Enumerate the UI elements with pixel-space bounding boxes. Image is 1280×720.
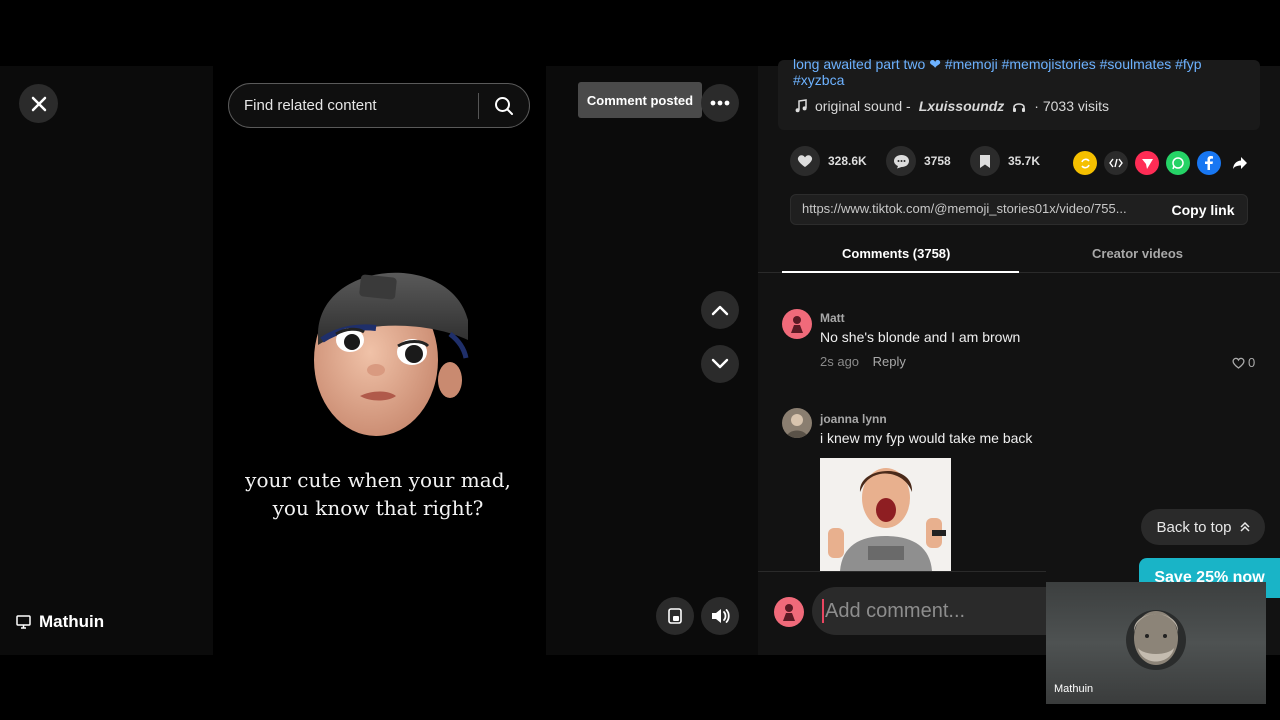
active-tab-indicator bbox=[782, 271, 1019, 273]
repost-icon bbox=[1080, 158, 1090, 168]
user-photo-icon bbox=[786, 414, 808, 438]
add-comment-divider bbox=[758, 571, 1046, 572]
volume-button[interactable] bbox=[701, 597, 739, 635]
facebook-icon bbox=[1205, 156, 1213, 170]
comment-time: 2s ago bbox=[820, 354, 860, 369]
comment-button[interactable] bbox=[886, 146, 916, 176]
comment-like-button[interactable]: 0 bbox=[1232, 355, 1255, 370]
comment-like-count: 0 bbox=[1248, 355, 1256, 370]
left-panel bbox=[0, 66, 213, 655]
screaming-man-gif bbox=[820, 458, 951, 571]
next-video-button[interactable] bbox=[701, 345, 739, 383]
chevron-up-icon bbox=[711, 305, 729, 316]
bookmark-icon bbox=[980, 154, 990, 168]
pip-icon bbox=[668, 608, 682, 624]
comment-posted-toast: Comment posted bbox=[578, 82, 702, 118]
whatsapp-icon bbox=[1172, 157, 1184, 170]
send-to-friends-button[interactable] bbox=[1135, 151, 1159, 175]
save-stat[interactable]: 35.7K bbox=[970, 146, 1040, 176]
visit-count: · 7033 visits bbox=[1034, 98, 1109, 114]
close-button[interactable] bbox=[19, 84, 58, 123]
search-bar[interactable]: Find related content bbox=[228, 83, 530, 128]
headphones-icon bbox=[1013, 102, 1026, 112]
webcam-name-label: Mathuin bbox=[1054, 683, 1094, 695]
comment-avatar[interactable] bbox=[782, 408, 812, 438]
music-icon bbox=[795, 99, 807, 113]
save-count: 35.7K bbox=[1008, 154, 1041, 168]
heart-icon bbox=[797, 155, 813, 167]
send-icon bbox=[1141, 158, 1153, 169]
heart-outline-icon bbox=[1232, 357, 1245, 369]
comment-meta: 2s ago Reply bbox=[820, 354, 906, 369]
video-caption: your cute when your mad, you know that r… bbox=[228, 466, 528, 522]
search-input[interactable]: Find related content bbox=[229, 97, 478, 114]
like-count: 328.6K bbox=[828, 154, 867, 168]
tab-comments[interactable]: Comments (3758) bbox=[842, 246, 950, 261]
more-share-button[interactable] bbox=[1228, 151, 1252, 175]
comment-username[interactable]: Matt bbox=[820, 311, 845, 325]
volume-icon bbox=[712, 609, 730, 623]
like-stat[interactable]: 328.6K bbox=[790, 146, 867, 176]
sound-author[interactable]: Lxuissoundz bbox=[919, 98, 1005, 114]
monitor-icon bbox=[16, 615, 31, 629]
comment-gif-image[interactable] bbox=[820, 458, 951, 571]
tab-creator-videos[interactable]: Creator videos bbox=[1092, 246, 1183, 261]
back-to-top-button[interactable]: Back to top bbox=[1141, 509, 1265, 545]
memoji-avatar-image bbox=[314, 272, 469, 436]
comment-text: i knew my fyp would take me back bbox=[820, 430, 1033, 446]
whatsapp-share-button[interactable] bbox=[1166, 151, 1190, 175]
user-silhouette-icon bbox=[791, 316, 803, 333]
more-options-button[interactable] bbox=[701, 84, 739, 122]
more-icon bbox=[710, 100, 730, 106]
reply-button[interactable]: Reply bbox=[873, 354, 906, 369]
previous-video-button[interactable] bbox=[701, 291, 739, 329]
hashtag-xyzbca[interactable]: #xyzbca bbox=[793, 72, 844, 88]
back-to-top-label: Back to top bbox=[1156, 518, 1232, 536]
text-caret bbox=[822, 599, 824, 623]
sound-row[interactable]: original sound - Lxuissoundz · 7033 visi… bbox=[795, 98, 1109, 114]
comment-avatar[interactable] bbox=[782, 309, 812, 339]
webcam-overlay: Mathuin bbox=[1046, 582, 1266, 704]
add-comment-input[interactable]: Add comment... bbox=[812, 587, 1048, 635]
user-silhouette-icon bbox=[783, 604, 795, 621]
facebook-share-button[interactable] bbox=[1197, 151, 1221, 175]
sound-label: original sound - bbox=[815, 98, 911, 114]
presenter-label: Mathuin bbox=[16, 612, 104, 632]
current-user-avatar[interactable] bbox=[774, 597, 804, 627]
share-icon bbox=[1233, 157, 1247, 169]
search-icon bbox=[495, 96, 513, 115]
comment-stat[interactable]: 3758 bbox=[886, 146, 951, 176]
comment-username[interactable]: joanna lynn bbox=[820, 412, 887, 426]
copy-link-button[interactable]: Copy link bbox=[1160, 194, 1246, 225]
caption-line-2: you know that right? bbox=[272, 496, 484, 520]
embed-share-button[interactable] bbox=[1104, 151, 1128, 175]
description-hashtags[interactable]: long awaited part two ❤ #memoji #memojis… bbox=[793, 56, 1245, 73]
close-icon bbox=[31, 96, 46, 111]
repost-share-button[interactable] bbox=[1073, 151, 1097, 175]
double-chevron-up-icon bbox=[1239, 521, 1250, 532]
like-button[interactable] bbox=[790, 146, 820, 176]
comment-count: 3758 bbox=[924, 154, 951, 168]
caption-line-1: your cute when your mad, bbox=[245, 468, 511, 492]
comment-text: No she's blonde and I am brown bbox=[820, 329, 1021, 345]
add-comment-placeholder: Add comment... bbox=[825, 599, 966, 622]
search-button[interactable] bbox=[479, 84, 529, 127]
video-link-url[interactable]: https://www.tiktok.com/@memoji_stories01… bbox=[802, 201, 1152, 216]
comment-icon bbox=[893, 154, 909, 168]
embed-icon bbox=[1109, 158, 1123, 168]
presenter-name: Mathuin bbox=[39, 612, 105, 631]
chevron-down-icon bbox=[711, 358, 729, 369]
bookmark-button[interactable] bbox=[970, 146, 1000, 176]
picture-in-picture-button[interactable] bbox=[656, 597, 694, 635]
